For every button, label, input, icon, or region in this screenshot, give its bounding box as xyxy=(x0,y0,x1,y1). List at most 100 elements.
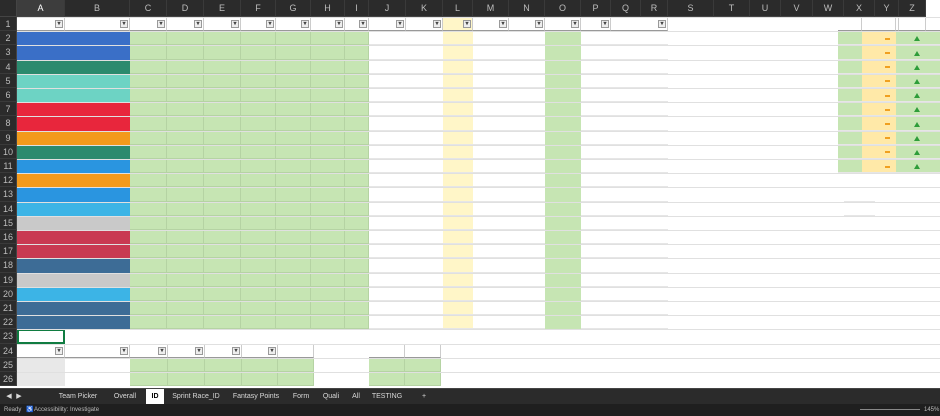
row-header-9[interactable]: 9 xyxy=(0,130,17,145)
filter-dropdown-icon[interactable]: ▾ xyxy=(658,20,666,28)
sp1-value xyxy=(369,202,406,216)
row-header-6[interactable]: 6 xyxy=(0,88,17,103)
column-header-O[interactable]: O xyxy=(545,0,581,17)
filter-dropdown-icon[interactable]: ▾ xyxy=(601,20,609,28)
worksheet-grid[interactable]: A B C D E F G H I J K L M N O P Q R S T U V W X Y Z 1 2 3 4 5 6 7 8 9 10 11 1… xyxy=(0,0,940,388)
zoom-level[interactable]: 145% xyxy=(924,404,939,416)
column-header-U[interactable]: U xyxy=(750,0,781,17)
row-header-20[interactable]: 20 xyxy=(0,286,17,301)
filter-dropdown-icon[interactable]: ▾ xyxy=(335,20,343,28)
column-header-X[interactable]: X xyxy=(844,0,875,17)
row-header-18[interactable]: 18 xyxy=(0,258,17,273)
row-header-7[interactable]: 7 xyxy=(0,102,17,117)
row-header-19[interactable]: 19 xyxy=(0,272,17,287)
row-header-24[interactable]: 24 xyxy=(0,343,17,358)
filter-dropdown-icon[interactable]: ▾ xyxy=(194,20,202,28)
column-header-I[interactable]: I xyxy=(345,0,369,17)
filter-dropdown-icon[interactable]: ▾ xyxy=(301,20,309,28)
row-header-15[interactable]: 15 xyxy=(0,215,17,230)
c-value xyxy=(611,159,668,174)
filter-dropdown-icon[interactable]: ▾ xyxy=(463,20,471,28)
row-header-13[interactable]: 13 xyxy=(0,187,17,202)
column-header-A[interactable]: A xyxy=(17,0,65,17)
filter-dropdown-icon[interactable]: ▾ xyxy=(157,20,165,28)
column-header-J[interactable]: J xyxy=(369,0,406,17)
filter-dropdown-icon[interactable]: ▾ xyxy=(268,346,276,355)
row-header-17[interactable]: 17 xyxy=(0,244,17,259)
filter-dropdown-icon[interactable]: ▾ xyxy=(232,346,240,355)
row-header-25[interactable]: 25 xyxy=(0,357,17,372)
filter-dropdown-icon[interactable]: ▾ xyxy=(359,20,367,28)
row-header-11[interactable]: 11 xyxy=(0,159,17,174)
sheet-tab[interactable]: All xyxy=(348,389,364,404)
sheet-tab[interactable]: Fantasy Points xyxy=(228,389,284,404)
row-header-5[interactable]: 5 xyxy=(0,73,17,88)
session-cell xyxy=(130,230,167,245)
zoom-slider[interactable] xyxy=(860,409,920,410)
filter-dropdown-icon[interactable]: ▾ xyxy=(55,346,63,355)
filter-dropdown-icon[interactable]: ▾ xyxy=(195,346,203,355)
sheet-tab[interactable]: Team Picker xyxy=(52,389,104,404)
column-header-W[interactable]: W xyxy=(813,0,844,17)
row-header-2[interactable]: 2 xyxy=(0,31,17,46)
row-header-3[interactable]: 3 xyxy=(0,45,17,60)
column-header-F[interactable]: F xyxy=(241,0,276,17)
column-header-R[interactable]: R xyxy=(641,0,668,17)
column-header-E[interactable]: E xyxy=(204,0,241,17)
column-header-N[interactable]: N xyxy=(509,0,545,17)
column-header-K[interactable]: K xyxy=(406,0,443,17)
session-cell xyxy=(345,144,369,159)
row-header-23[interactable]: 23 xyxy=(0,329,17,344)
row-header-4[interactable]: 4 xyxy=(0,59,17,74)
column-header-Y[interactable]: Y xyxy=(875,0,899,17)
tab-nav-prev-icon[interactable]: ◀ xyxy=(4,389,14,404)
filter-dropdown-icon[interactable]: ▾ xyxy=(396,20,404,28)
session-cell xyxy=(276,130,311,145)
row-header-16[interactable]: 16 xyxy=(0,230,17,245)
row-header-22[interactable]: 22 xyxy=(0,315,17,330)
column-header-Z[interactable]: Z xyxy=(899,0,926,17)
add-sheet-icon[interactable]: + xyxy=(418,389,430,404)
tab-nav-next-icon[interactable]: ▶ xyxy=(14,389,24,404)
row-header-12[interactable]: 12 xyxy=(0,173,17,188)
filter-dropdown-icon[interactable]: ▾ xyxy=(231,20,239,28)
select-all-corner[interactable] xyxy=(0,0,17,17)
row-header-14[interactable]: 14 xyxy=(0,201,17,216)
filter-dropdown-icon[interactable]: ▾ xyxy=(120,20,128,28)
column-header-D[interactable]: D xyxy=(167,0,204,17)
row-header-21[interactable]: 21 xyxy=(0,301,17,316)
column-header-B[interactable]: B xyxy=(65,0,130,17)
filter-dropdown-icon[interactable]: ▾ xyxy=(433,20,441,28)
sheet-tab[interactable]: Form xyxy=(288,389,314,404)
column-header-H[interactable]: H xyxy=(311,0,345,17)
column-header-V[interactable]: V xyxy=(781,0,813,17)
header-c: ▾ xyxy=(611,17,668,32)
filter-dropdown-icon[interactable]: ▾ xyxy=(266,20,274,28)
column-header-T[interactable]: T xyxy=(714,0,750,17)
column-header-G[interactable]: G xyxy=(276,0,311,17)
selected-cell-outline[interactable] xyxy=(17,329,65,344)
filter-dropdown-icon[interactable]: ▾ xyxy=(499,20,507,28)
filter-dropdown-icon[interactable]: ▾ xyxy=(120,346,128,355)
row-header-26[interactable]: 26 xyxy=(0,372,17,387)
column-header-C[interactable]: C xyxy=(130,0,167,17)
sheet-tab[interactable]: Sprint Race_ID xyxy=(168,389,224,404)
filter-dropdown-icon[interactable]: ▾ xyxy=(55,20,63,28)
row-header-1[interactable]: 1 xyxy=(0,17,17,32)
column-header-Q[interactable]: Q xyxy=(611,0,641,17)
filter-dropdown-icon[interactable]: ▾ xyxy=(535,20,543,28)
sheet-tab[interactable]: ID xyxy=(146,389,164,404)
accessibility-status[interactable]: Accessibility: Investigate xyxy=(34,404,99,416)
filter-dropdown-icon[interactable]: ▾ xyxy=(158,346,166,355)
pp-value xyxy=(443,258,473,273)
column-header-S[interactable]: S xyxy=(668,0,714,17)
row-header-10[interactable]: 10 xyxy=(0,144,17,159)
row-header-8[interactable]: 8 xyxy=(0,116,17,131)
sheet-tab[interactable]: TESTING xyxy=(368,389,406,404)
column-header-P[interactable]: P xyxy=(581,0,611,17)
column-header-M[interactable]: M xyxy=(473,0,509,17)
sheet-tab[interactable]: Overall xyxy=(108,389,142,404)
filter-dropdown-icon[interactable]: ▾ xyxy=(571,20,579,28)
column-header-L[interactable]: L xyxy=(443,0,473,17)
sheet-tab[interactable]: Quali xyxy=(318,389,344,404)
